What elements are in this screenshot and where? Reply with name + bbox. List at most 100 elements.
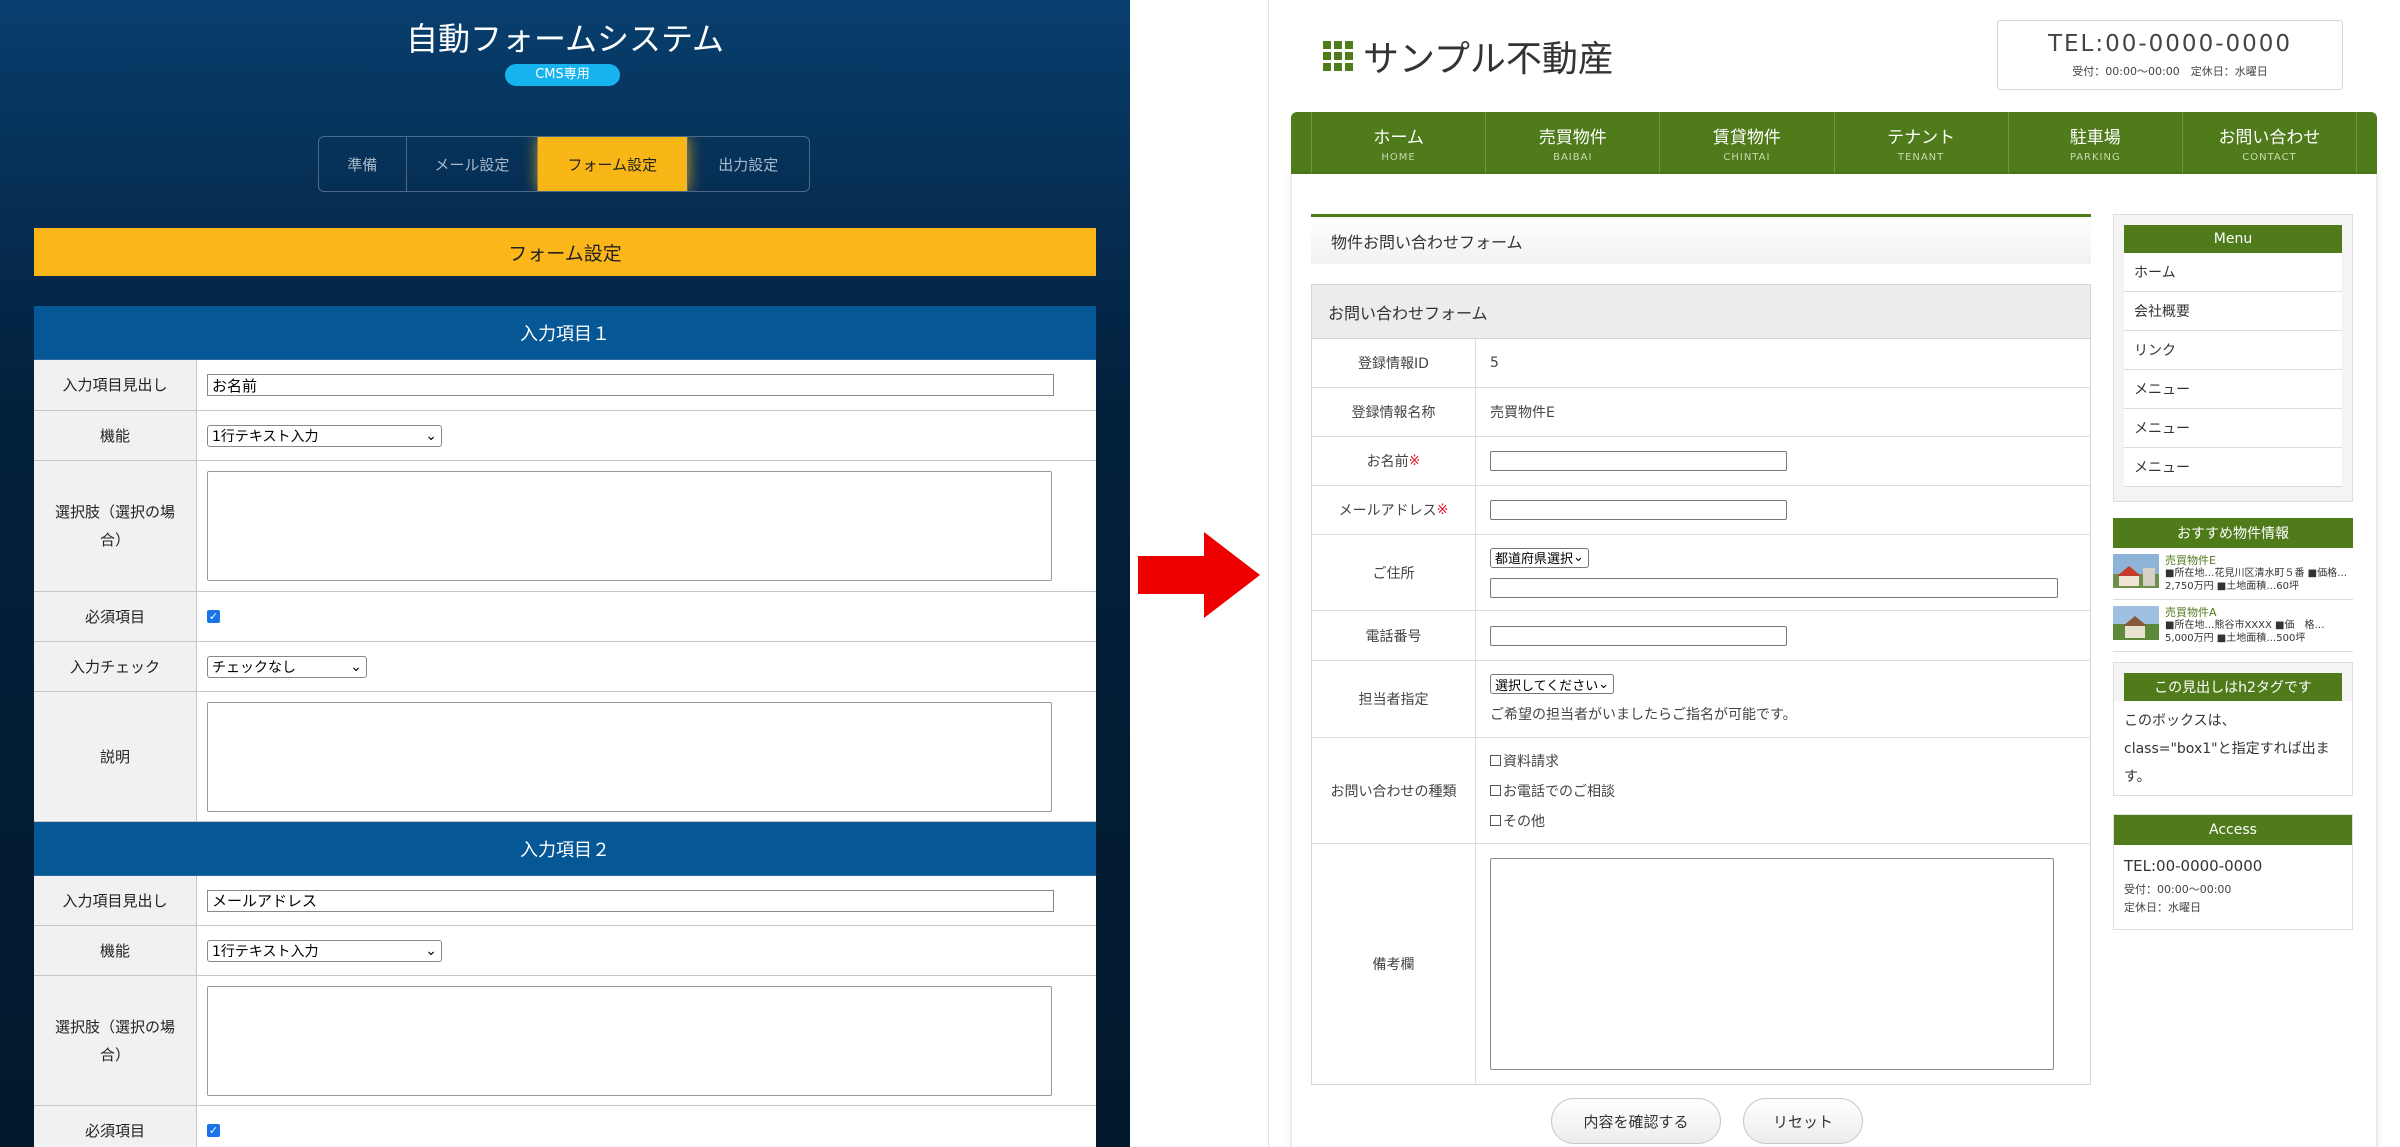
type-option-label: その他 bbox=[1503, 813, 1545, 830]
nav-item-home[interactable]: ホーム HOME bbox=[1311, 112, 1487, 174]
name-label: お名前 bbox=[1366, 454, 1409, 470]
site-name: サンプル不動産 bbox=[1363, 39, 1614, 80]
function-select[interactable]: 1行テキスト入力 ⌄ bbox=[207, 424, 442, 447]
input-check-select[interactable]: チェックなし ⌄ bbox=[207, 655, 367, 678]
form-row: 登録情報名称 売買物件E bbox=[1312, 388, 2090, 437]
form-title: お問い合わせフォーム bbox=[1312, 285, 2090, 339]
staff-select[interactable]: 選択してください ⌄ bbox=[1490, 674, 1615, 694]
item-title-input[interactable] bbox=[207, 889, 1054, 912]
reg-id-value: 5 bbox=[1490, 355, 1499, 371]
sidebar-menu: Menu ホーム 会社概要 リンク メニュー メニュー メニュー bbox=[2113, 214, 2353, 502]
confirm-button[interactable]: 内容を確認する bbox=[1551, 1098, 1721, 1144]
editor-row: 必須項目 ✓ bbox=[34, 1106, 1096, 1147]
tab-form-settings[interactable]: フォーム設定 bbox=[538, 137, 688, 191]
function-select[interactable]: 1行テキスト入力 ⌄ bbox=[207, 939, 442, 962]
sidebar-item-menu[interactable]: メニュー bbox=[2124, 448, 2342, 487]
recommend-item-desc: ■所在地…熊谷市XXXX ■価 格…5,000万円 ■土地面積…500坪 bbox=[2165, 620, 2325, 644]
recommend-item[interactable]: 売買物件A ■所在地…熊谷市XXXX ■価 格…5,000万円 ■土地面積…50… bbox=[2113, 600, 2353, 652]
input-check-value: チェックなし bbox=[212, 659, 296, 676]
staff-note: ご希望の担当者がいましたらご指名が可能です。 bbox=[1490, 707, 1797, 723]
field-label: 担当者指定 bbox=[1312, 661, 1476, 737]
phone-input[interactable] bbox=[1490, 625, 1787, 646]
nav-sublabel: HOME bbox=[1381, 152, 1416, 163]
tab-output-settings[interactable]: 出力設定 bbox=[688, 137, 810, 191]
form-row: 担当者指定 選択してください ⌄ ご希望の担当者がいましたらご指名が可能です。 bbox=[1312, 661, 2090, 738]
site-logo[interactable]: サンプル不動産 bbox=[1323, 30, 1614, 82]
type-option-label: 資料請求 bbox=[1503, 753, 1559, 770]
reset-button[interactable]: リセット bbox=[1743, 1098, 1863, 1144]
required-checkbox[interactable]: ✓ bbox=[207, 1124, 220, 1137]
field-label: 必須項目 bbox=[34, 592, 197, 641]
sidebar-item-menu[interactable]: メニュー bbox=[2124, 370, 2342, 409]
email-input[interactable] bbox=[1490, 500, 1787, 520]
field-label: 機能 bbox=[34, 926, 197, 975]
address-input[interactable] bbox=[1490, 577, 2058, 598]
sidebar-item-home[interactable]: ホーム bbox=[2124, 253, 2342, 292]
function-select-value: 1行テキスト入力 bbox=[212, 943, 319, 960]
prefecture-select[interactable]: 都道府県選択 ⌄ bbox=[1490, 547, 1589, 568]
form-editor: 入力項目１ 入力項目見出し 機能 1行テキスト入力 ⌄ 選択肢（選択の場合） 必須… bbox=[34, 306, 1096, 1147]
chevron-down-icon: ⌄ bbox=[1598, 676, 1610, 692]
type-option[interactable]: 資料請求 bbox=[1490, 751, 2076, 771]
recommend-item[interactable]: 売買物件E ■所在地…花見川区清水町５番 ■価格…2,750万円 ■土地面積…6… bbox=[2113, 548, 2353, 600]
remarks-textarea[interactable] bbox=[1490, 858, 2054, 1070]
header-tel: TEL:00-0000-0000 bbox=[2047, 31, 2293, 57]
choices-textarea[interactable] bbox=[207, 985, 1052, 1096]
nav-item-chintai[interactable]: 賃貸物件 CHINTAI bbox=[1660, 112, 1835, 174]
global-nav: ホーム HOME 売買物件 BAIBAI 賃貸物件 CHINTAI テナント TENAN… bbox=[1291, 112, 2377, 174]
recommend-item-title: 売買物件A bbox=[2165, 606, 2217, 619]
tab-mail-settings[interactable]: メール設定 bbox=[407, 137, 539, 191]
nav-label: 売買物件 bbox=[1538, 128, 1607, 148]
sidebar-item-link[interactable]: リンク bbox=[2124, 331, 2342, 370]
app-title: 自動フォームシステム bbox=[405, 20, 725, 58]
form-buttons: 内容を確認する リセット bbox=[1551, 1098, 1885, 1144]
editor-row: 入力項目見出し bbox=[34, 876, 1096, 926]
nav-item-parking[interactable]: 駐車場 PARKING bbox=[2009, 112, 2183, 174]
nav-label: お問い合わせ bbox=[2218, 128, 2321, 148]
checkbox[interactable] bbox=[1490, 785, 1501, 796]
description-textarea[interactable] bbox=[207, 701, 1052, 812]
type-option[interactable]: その他 bbox=[1490, 811, 2076, 831]
h2-box: この見出しはh2タグです このボックスは、class="box1"と指定すれば出… bbox=[2113, 662, 2353, 796]
nav-item-contact[interactable]: お問い合わせ CONTACT bbox=[2183, 112, 2358, 174]
chevron-down-icon: ⌄ bbox=[350, 658, 362, 675]
field-label: 電話番号 bbox=[1312, 611, 1476, 660]
editor-row: 選択肢（選択の場合） bbox=[34, 976, 1096, 1106]
editor-row: 入力チェック チェックなし ⌄ bbox=[34, 642, 1096, 692]
checkbox[interactable] bbox=[1490, 815, 1501, 826]
reg-name-value: 売買物件E bbox=[1490, 405, 1555, 421]
item-title-input[interactable] bbox=[207, 374, 1054, 396]
field-label: 必須項目 bbox=[34, 1106, 197, 1147]
choices-textarea[interactable] bbox=[207, 471, 1052, 581]
editor-row: 機能 1行テキスト入力 ⌄ bbox=[34, 926, 1096, 976]
website-preview: サンプル不動産 TEL:00-0000-0000 受付：00:00〜00:00 … bbox=[1268, 0, 2400, 1147]
field-label: メールアドレス ※ bbox=[1312, 486, 1476, 534]
required-mark: ※ bbox=[1408, 453, 1421, 469]
function-select-value: 1行テキスト入力 bbox=[212, 428, 319, 445]
nav-item-baibai[interactable]: 売買物件 BAIBAI bbox=[1486, 112, 1661, 174]
editor-row: 説明 bbox=[34, 692, 1096, 822]
nav-item-tenant[interactable]: テナント TENANT bbox=[1835, 112, 2009, 174]
required-checkbox[interactable]: ✓ bbox=[207, 610, 220, 623]
field-label: ご住所 bbox=[1312, 535, 1476, 610]
type-option-label: お電話でのご相談 bbox=[1503, 783, 1615, 800]
email-label: メールアドレス bbox=[1338, 503, 1437, 519]
item-header: 入力項目２ bbox=[34, 822, 1096, 876]
tab-prepare[interactable]: 準備 bbox=[319, 137, 407, 191]
field-label: 入力項目見出し bbox=[34, 876, 197, 925]
field-label: 登録情報名称 bbox=[1312, 388, 1476, 436]
item-header: 入力項目１ bbox=[34, 306, 1096, 360]
sidebar-item-menu[interactable]: メニュー bbox=[2124, 409, 2342, 448]
form-row: 備考欄 bbox=[1312, 844, 2090, 1084]
field-label: 登録情報ID bbox=[1312, 339, 1476, 387]
h2-box-title: この見出しはh2タグです bbox=[2124, 673, 2342, 701]
form-row: 電話番号 bbox=[1312, 611, 2090, 661]
name-input[interactable] bbox=[1490, 451, 1787, 471]
menu-title: Menu bbox=[2124, 225, 2342, 253]
access-box: Access TEL:00-0000-0000 受付：00:00〜00:00 定… bbox=[2113, 814, 2353, 930]
type-option[interactable]: お電話でのご相談 bbox=[1490, 781, 2076, 801]
checkbox[interactable] bbox=[1490, 755, 1501, 766]
sidebar-item-company[interactable]: 会社概要 bbox=[2124, 292, 2342, 331]
field-label: お名前 ※ bbox=[1312, 437, 1476, 485]
page-heading: 物件お問い合わせフォーム bbox=[1311, 214, 2091, 264]
